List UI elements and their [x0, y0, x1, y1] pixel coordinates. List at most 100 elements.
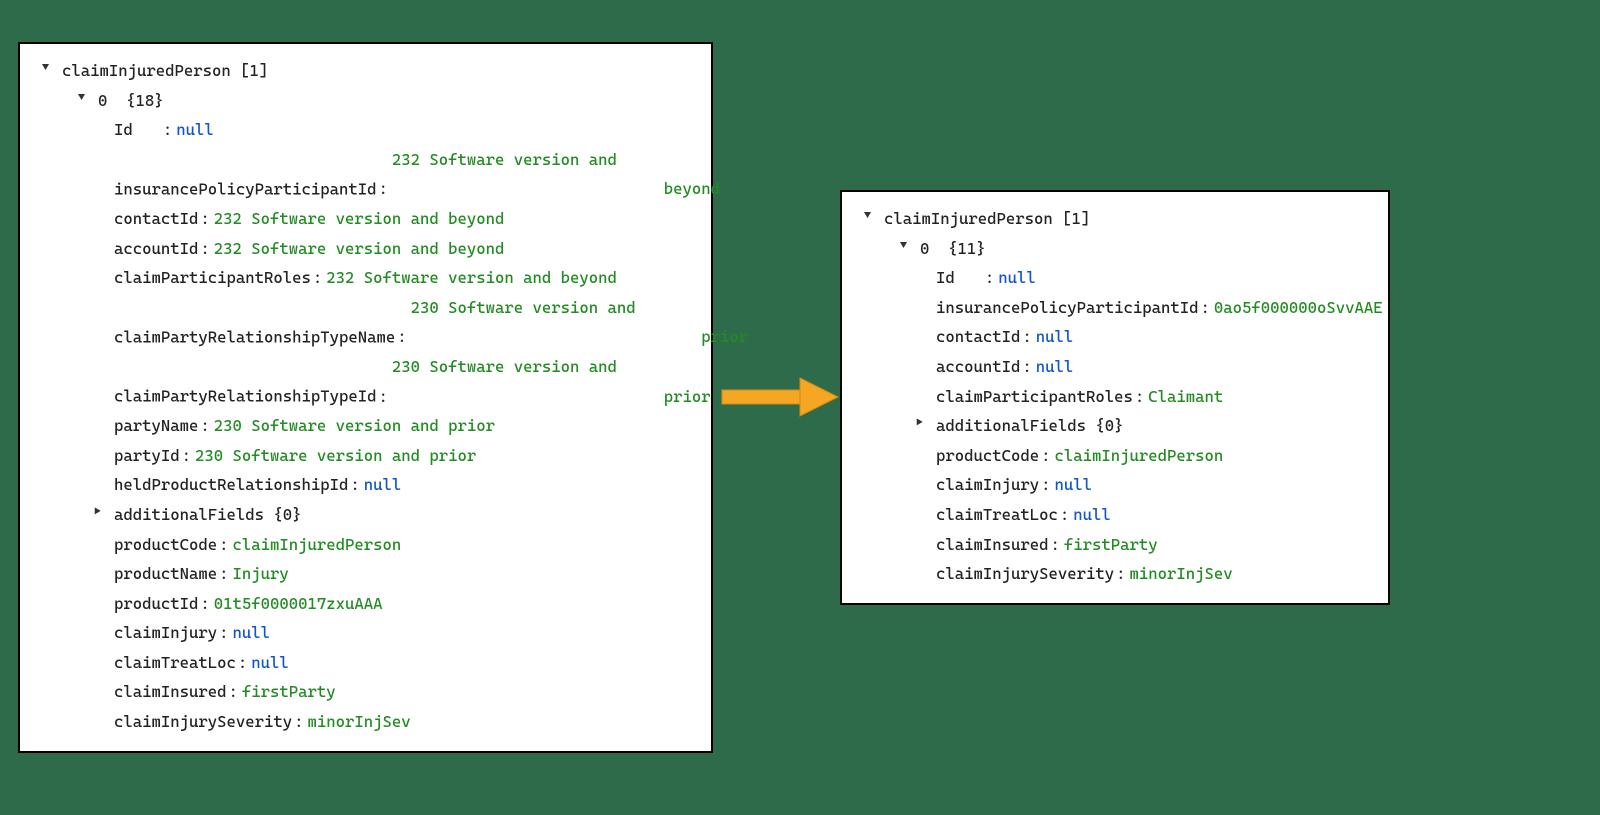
chevron-down-icon[interactable]	[900, 234, 916, 256]
root-key: claimInjuredPerson	[62, 56, 231, 86]
colon: :	[1022, 327, 1031, 346]
tree-row: claimInsured:firstParty	[36, 677, 695, 707]
root-node[interactable]: claimInjuredPerson [1]	[858, 204, 1372, 234]
tree-row: insurancePolicyParticipantId:232 Softwar…	[36, 145, 695, 204]
colon: :	[219, 564, 228, 583]
tree-row: claimPartyRelationshipTypeName:230 Softw…	[36, 293, 695, 352]
tree-row: claimPartyRelationshipTypeId:230 Softwar…	[36, 352, 695, 411]
json-value-string: 232 Software version and beyond	[214, 209, 505, 228]
json-value-string: claimInjuredPerson	[1055, 446, 1224, 465]
object-size: {0}	[1095, 416, 1123, 435]
tree-row[interactable]: additionalFields {0}	[36, 500, 695, 530]
json-value-string: 0ao5f000000oSvvAAE	[1214, 298, 1383, 317]
tree-row: heldProductRelationshipId:null	[36, 470, 695, 500]
root-key: claimInjuredPerson	[884, 204, 1053, 234]
root-node[interactable]: claimInjuredPerson [1]	[36, 56, 695, 86]
json-key: claimInsured	[936, 535, 1049, 554]
json-value-string: 01t5f0000017zxuAAA	[214, 594, 383, 613]
json-key: additionalFields	[936, 416, 1086, 435]
json-key: claimParticipantRoles	[114, 268, 311, 287]
chevron-down-icon[interactable]	[42, 56, 58, 78]
tree-row: claimTreatLoc:null	[36, 648, 695, 678]
json-key: productCode	[114, 535, 217, 554]
colon: :	[985, 268, 994, 287]
colon: :	[1041, 446, 1050, 465]
json-key: claimInjurySeverity	[936, 564, 1114, 583]
json-tree-before: claimInjuredPerson [1] 0 {18} Id :nullin…	[18, 42, 713, 753]
colon: :	[1116, 564, 1125, 583]
json-key: claimParticipantRoles	[936, 387, 1133, 406]
json-value-string: Claimant	[1148, 387, 1223, 406]
colon: :	[163, 120, 172, 139]
json-key: accountId	[114, 239, 198, 258]
colon: :	[229, 682, 238, 701]
tree-row: claimParticipantRoles:232 Software versi…	[36, 263, 695, 293]
tree-row[interactable]: additionalFields {0}	[858, 411, 1372, 441]
index-label: 0	[920, 234, 929, 264]
json-value-string: 232 Software version and beyond	[392, 145, 720, 204]
json-value-null: null	[1073, 505, 1111, 524]
colon: :	[200, 416, 209, 435]
json-key: additionalFields	[114, 505, 264, 524]
entries-container-right: Id :nullinsurancePolicyParticipantId:0ao…	[858, 263, 1372, 589]
json-value-string: 232 Software version and beyond	[214, 239, 505, 258]
tree-row: productCode: claimInjuredPerson	[36, 530, 695, 560]
array-size: [1]	[1062, 204, 1090, 234]
colon: :	[397, 327, 406, 346]
json-value-null: null	[176, 120, 214, 139]
colon: :	[200, 594, 209, 613]
colon: :	[379, 179, 388, 198]
json-value-string: claimInjuredPerson	[233, 535, 402, 554]
tree-row: productId:01t5f0000017zxuAAA	[36, 589, 695, 619]
json-value-null: null	[998, 268, 1036, 287]
json-key: claimInjury	[936, 475, 1039, 494]
json-key: Id	[114, 120, 133, 139]
colon: :	[294, 712, 303, 731]
json-value-null: null	[251, 653, 289, 672]
chevron-down-icon[interactable]	[78, 86, 94, 108]
json-key: accountId	[936, 357, 1020, 376]
colon: :	[1135, 387, 1144, 406]
tree-row: Id :null	[858, 263, 1372, 293]
tree-row: claimInsured:firstParty	[858, 530, 1372, 560]
json-key: productName	[114, 564, 217, 583]
index-node[interactable]: 0 {18}	[36, 86, 695, 116]
colon: :	[1022, 357, 1031, 376]
array-size: [1]	[240, 56, 268, 86]
colon: :	[1041, 475, 1050, 494]
colon: :	[1201, 298, 1210, 317]
colon: :	[1060, 505, 1069, 524]
tree-row: claimInjurySeverity: minorInjSev	[858, 559, 1372, 589]
json-value-null: null	[1036, 327, 1074, 346]
json-value-null: null	[364, 475, 402, 494]
json-key: claimTreatLoc	[114, 653, 236, 672]
json-key: contactId	[114, 209, 198, 228]
json-value-string: firstParty	[1064, 535, 1158, 554]
json-value-string: minorInjSev	[308, 712, 411, 731]
json-value-string: minorInjSev	[1130, 564, 1233, 583]
json-key: claimInsured	[114, 682, 227, 701]
tree-row: partyId:230 Software version and prior	[36, 441, 695, 471]
colon: :	[379, 387, 388, 406]
colon: :	[182, 446, 191, 465]
chevron-right-icon[interactable]	[94, 500, 110, 522]
chevron-right-icon[interactable]	[916, 411, 932, 433]
tree-row: claimParticipantRoles:Claimant	[858, 382, 1372, 412]
tree-row: insurancePolicyParticipantId:0ao5f000000…	[858, 293, 1372, 323]
colon: :	[219, 535, 228, 554]
json-value-string: 232 Software version and beyond	[326, 268, 617, 287]
json-key: Id	[936, 268, 955, 287]
chevron-down-icon[interactable]	[864, 204, 880, 226]
json-value-string: 230 Software version and prior	[392, 352, 711, 411]
json-key: insurancePolicyParticipantId	[114, 179, 377, 198]
json-key: productCode	[936, 446, 1039, 465]
transition-arrow-icon	[720, 372, 840, 422]
colon: :	[313, 268, 322, 287]
tree-row: productName:Injury	[36, 559, 695, 589]
index-node[interactable]: 0 {11}	[858, 234, 1372, 264]
json-key: claimInjury	[114, 623, 217, 642]
json-key: claimInjurySeverity	[114, 712, 292, 731]
tree-row: accountId:232 Software version and beyon…	[36, 234, 695, 264]
json-key: productId	[114, 594, 198, 613]
tree-row: productCode: claimInjuredPerson	[858, 441, 1372, 471]
